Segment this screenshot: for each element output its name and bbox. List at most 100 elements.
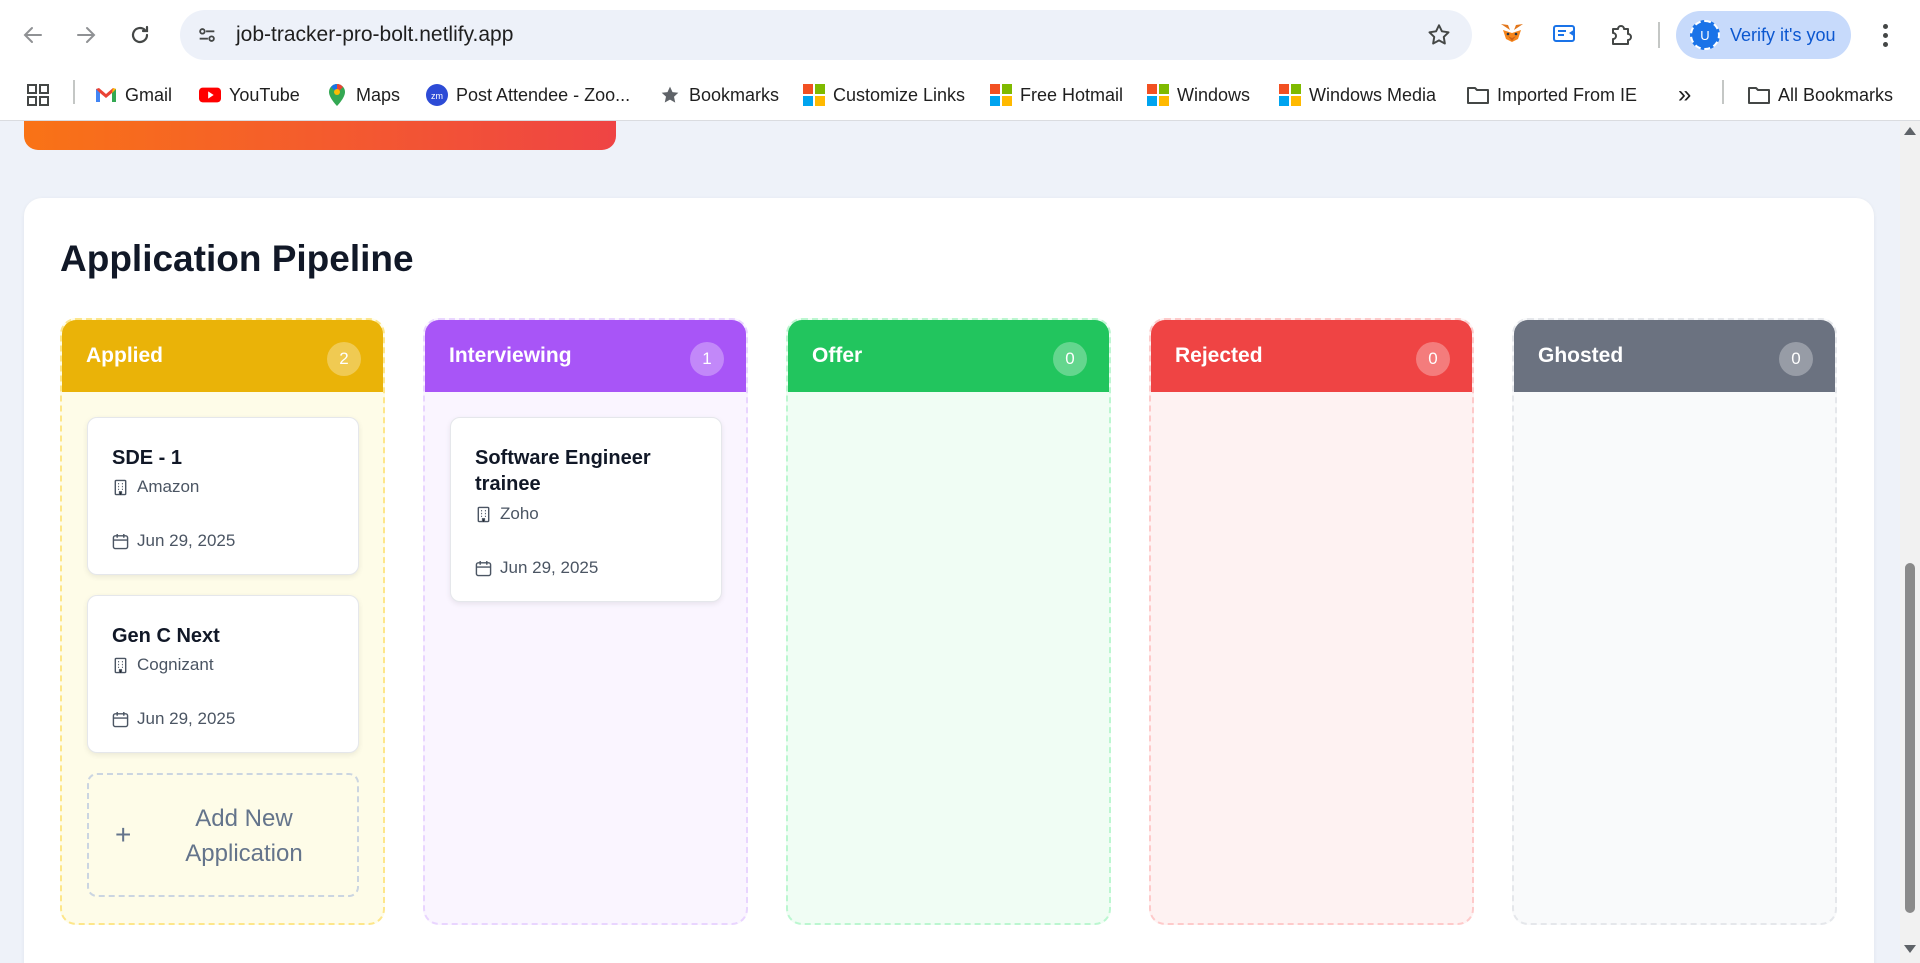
bookmark-label: Customize Links	[833, 84, 966, 105]
youtube-icon	[199, 84, 221, 106]
column-applied: Applied 2 SDE - 1 Amazon Jun 29, 2025 Ge…	[60, 318, 385, 925]
card-title: Software Engineer trainee	[475, 447, 651, 495]
maps-icon	[326, 84, 348, 106]
bookmark-customize-links[interactable]: Customize Links	[803, 80, 965, 110]
calendar-icon	[112, 711, 129, 727]
bookmark-star-icon[interactable]	[1426, 22, 1452, 48]
browser-menu-icon[interactable]	[1872, 19, 1898, 51]
count-badge: 0	[1416, 342, 1450, 376]
column-header: Interviewing 1	[425, 320, 746, 392]
arrow-left-icon	[23, 27, 42, 43]
column-header: Ghosted 0	[1514, 320, 1835, 392]
applied-date: Jun 29, 2025	[500, 558, 599, 577]
card-title: SDE - 1	[112, 447, 183, 469]
card-company: Cognizant	[112, 655, 214, 675]
building-icon	[114, 479, 127, 495]
reload-icon	[131, 25, 149, 44]
column-title: Offer	[812, 344, 863, 367]
metamask-extension-icon[interactable]	[1496, 18, 1528, 50]
back-button[interactable]	[15, 17, 51, 53]
page-content: Application Pipeline Applied 2 SDE - 1 A…	[0, 121, 1900, 963]
reload-button[interactable]	[122, 17, 158, 53]
company-name: Amazon	[137, 477, 200, 496]
count-badge: 2	[327, 342, 361, 376]
application-card[interactable]: Software Engineer trainee Zoho Jun 29, 2…	[450, 417, 722, 602]
bookmark-gmail[interactable]: Gmail	[95, 80, 172, 110]
chevron-double-right-icon: »	[1678, 81, 1692, 108]
application-card[interactable]: Gen C Next Cognizant Jun 29, 2025	[87, 595, 359, 753]
bookmark-maps[interactable]: Maps	[326, 80, 400, 110]
count-badge: 0	[1779, 342, 1813, 376]
scroll-up-arrow-icon[interactable]	[1904, 127, 1916, 135]
bookmark-label: Post Attendee - Zoo...	[456, 84, 631, 105]
bookmarks-overflow-button[interactable]: »	[1678, 80, 1691, 110]
browser-chrome: job-tracker-pro-bolt.netlify.app U Verif…	[0, 0, 1920, 121]
card-company: Zoho	[475, 504, 539, 524]
add-new-label: Add New Application	[185, 805, 303, 867]
address-bar[interactable]: job-tracker-pro-bolt.netlify.app	[180, 10, 1472, 60]
add-new-application-button[interactable]: + Add New Application	[87, 773, 359, 897]
bookmark-post-attendee-zoom[interactable]: zm Post Attendee - Zoo...	[426, 80, 630, 110]
application-card[interactable]: SDE - 1 Amazon Jun 29, 2025	[87, 417, 359, 575]
card-date: Jun 29, 2025	[475, 558, 598, 578]
all-bookmarks-label: All Bookmarks	[1778, 84, 1894, 105]
bookmark-imported-from-ie[interactable]: Imported From IE	[1467, 80, 1637, 110]
bookmark-bookmarks[interactable]: Bookmarks	[659, 80, 779, 110]
verify-profile-button[interactable]: U Verify it's you	[1676, 11, 1851, 59]
company-name: Zoho	[500, 504, 539, 523]
gmail-icon	[95, 84, 117, 106]
star-icon	[659, 84, 681, 106]
bookmark-label: Windows	[1177, 84, 1251, 105]
column-interviewing: Interviewing 1 Software Engineer trainee…	[423, 318, 748, 925]
bookmarks-divider	[73, 80, 75, 104]
scrollbar-thumb[interactable]	[1905, 563, 1915, 913]
apps-button[interactable]	[27, 80, 49, 110]
column-title: Interviewing	[449, 344, 572, 367]
count-badge: 1	[690, 342, 724, 376]
column-header: Offer 0	[788, 320, 1109, 392]
folder-icon	[1467, 84, 1489, 106]
microsoft-icon	[1147, 84, 1169, 106]
card-date: Jun 29, 2025	[112, 709, 235, 729]
column-rejected: Rejected 0	[1149, 318, 1474, 925]
microsoft-icon	[1279, 84, 1301, 106]
page-title: Application Pipeline	[60, 238, 414, 279]
bookmark-label: YouTube	[229, 84, 300, 105]
plus-icon: +	[115, 819, 132, 850]
applied-date: Jun 29, 2025	[137, 709, 236, 728]
card-company: Amazon	[112, 477, 199, 497]
applied-date: Jun 29, 2025	[137, 531, 236, 550]
site-info-icon[interactable]	[194, 22, 220, 48]
bookmark-label: Imported From IE	[1497, 84, 1638, 105]
bookmark-windows-media[interactable]: Windows Media	[1279, 80, 1436, 110]
folder-icon	[1748, 84, 1770, 106]
bookmark-youtube[interactable]: YouTube	[199, 80, 300, 110]
all-bookmarks-button[interactable]: All Bookmarks	[1748, 80, 1893, 110]
bookmark-windows[interactable]: Windows	[1147, 80, 1250, 110]
column-title: Rejected	[1175, 344, 1263, 367]
url-text[interactable]: job-tracker-pro-bolt.netlify.app	[236, 23, 513, 47]
profile-avatar: U	[1690, 20, 1720, 50]
reader-extension-icon[interactable]	[1549, 18, 1581, 50]
column-offer: Offer 0	[786, 318, 1111, 925]
apps-grid-icon	[27, 84, 49, 106]
building-icon	[114, 657, 127, 673]
bookmark-label: Gmail	[125, 84, 173, 105]
microsoft-icon	[990, 84, 1012, 106]
bookmark-label: Free Hotmail	[1020, 84, 1124, 105]
column-header: Rejected 0	[1151, 320, 1472, 392]
summary-card-bottom	[24, 121, 616, 150]
bookmark-free-hotmail[interactable]: Free Hotmail	[990, 80, 1123, 110]
bookmarks-bar: Gmail YouTube Maps zm Post Attendee - Zo…	[0, 70, 1920, 121]
calendar-icon	[112, 533, 129, 549]
application-pipeline-panel: Application Pipeline Applied 2 SDE - 1 A…	[24, 198, 1874, 963]
zoom-icon: zm	[426, 84, 448, 106]
scroll-down-arrow-icon[interactable]	[1904, 945, 1916, 953]
building-icon	[477, 506, 490, 522]
column-header: Applied 2	[62, 320, 383, 392]
bookmark-label: Windows Media	[1309, 84, 1437, 105]
forward-button[interactable]	[68, 17, 104, 53]
extensions-puzzle-icon[interactable]	[1605, 18, 1637, 50]
bookmarks-divider	[1722, 80, 1724, 104]
page-scrollbar[interactable]	[1900, 121, 1920, 963]
